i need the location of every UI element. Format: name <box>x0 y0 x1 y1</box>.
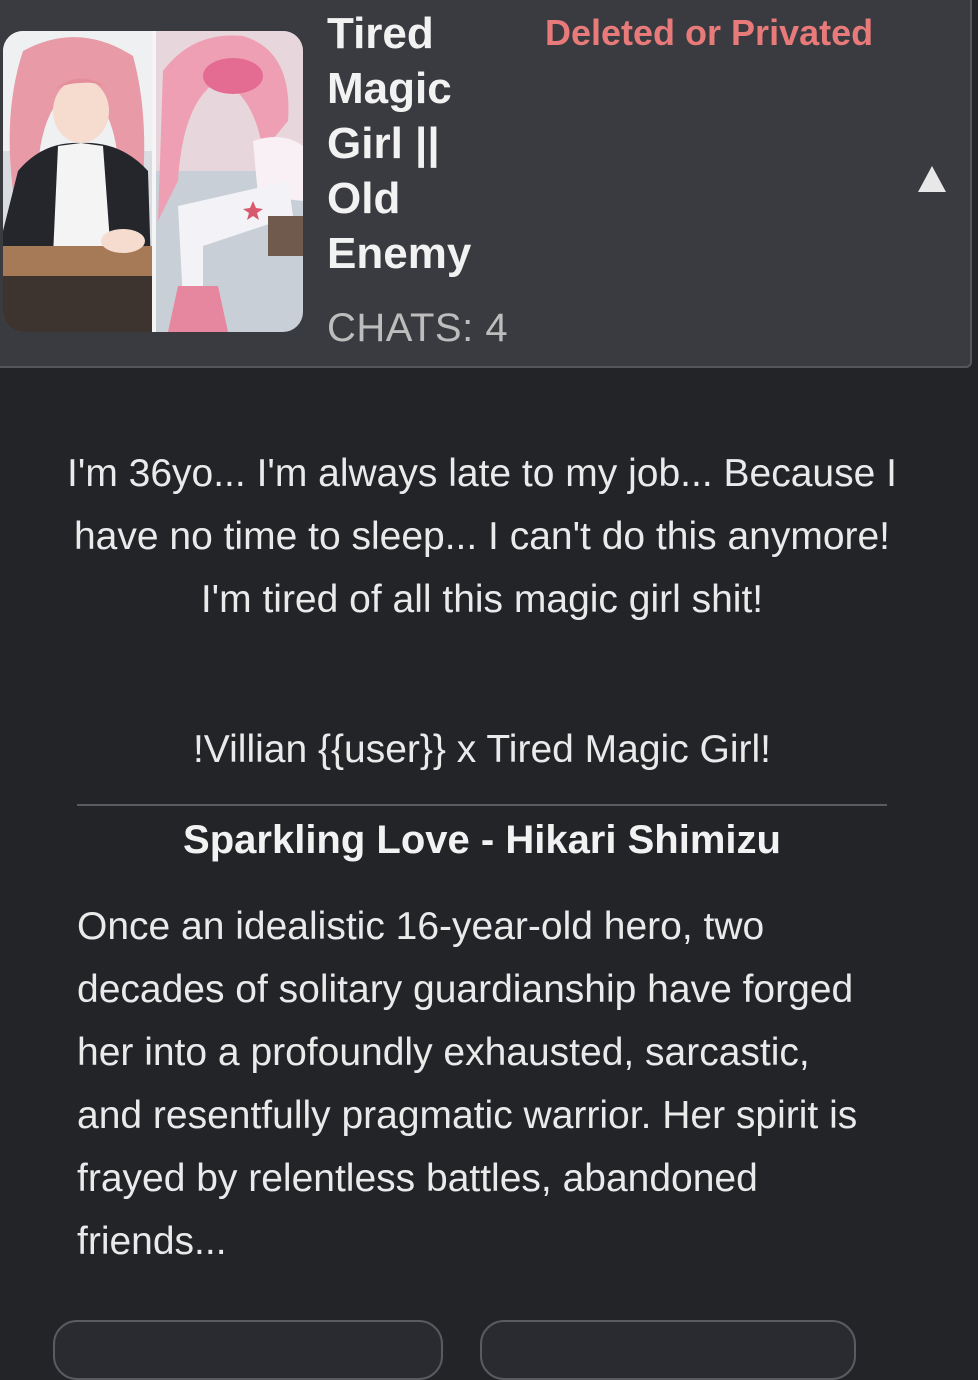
section-divider <box>77 804 887 806</box>
collapse-toggle-button[interactable] <box>910 160 954 200</box>
action-button-right[interactable] <box>480 1320 856 1380</box>
card-tagline: !Villian {{user}} x Tired Magic Girl! <box>192 728 772 771</box>
chat-count: CHATS: 4 <box>327 306 509 350</box>
card-intro-text: I'm 36yo... I'm always late to my job...… <box>67 452 897 621</box>
character-card-header[interactable]: Tired Magic Girl || Old Enemy Deleted or… <box>0 0 972 368</box>
status-badge: Deleted or Privated <box>545 12 874 53</box>
action-button-left[interactable] <box>53 1320 443 1380</box>
triangle-up-icon <box>918 166 946 192</box>
character-subtitle: Sparkling Love - Hikari Shimizu <box>183 818 781 862</box>
character-thumbnail[interactable] <box>3 31 303 332</box>
character-description: Once an idealistic 16-year-old hero, two… <box>77 905 858 1263</box>
card-title: Tired Magic Girl || Old Enemy <box>327 9 472 278</box>
thumbnail-image <box>3 31 303 332</box>
